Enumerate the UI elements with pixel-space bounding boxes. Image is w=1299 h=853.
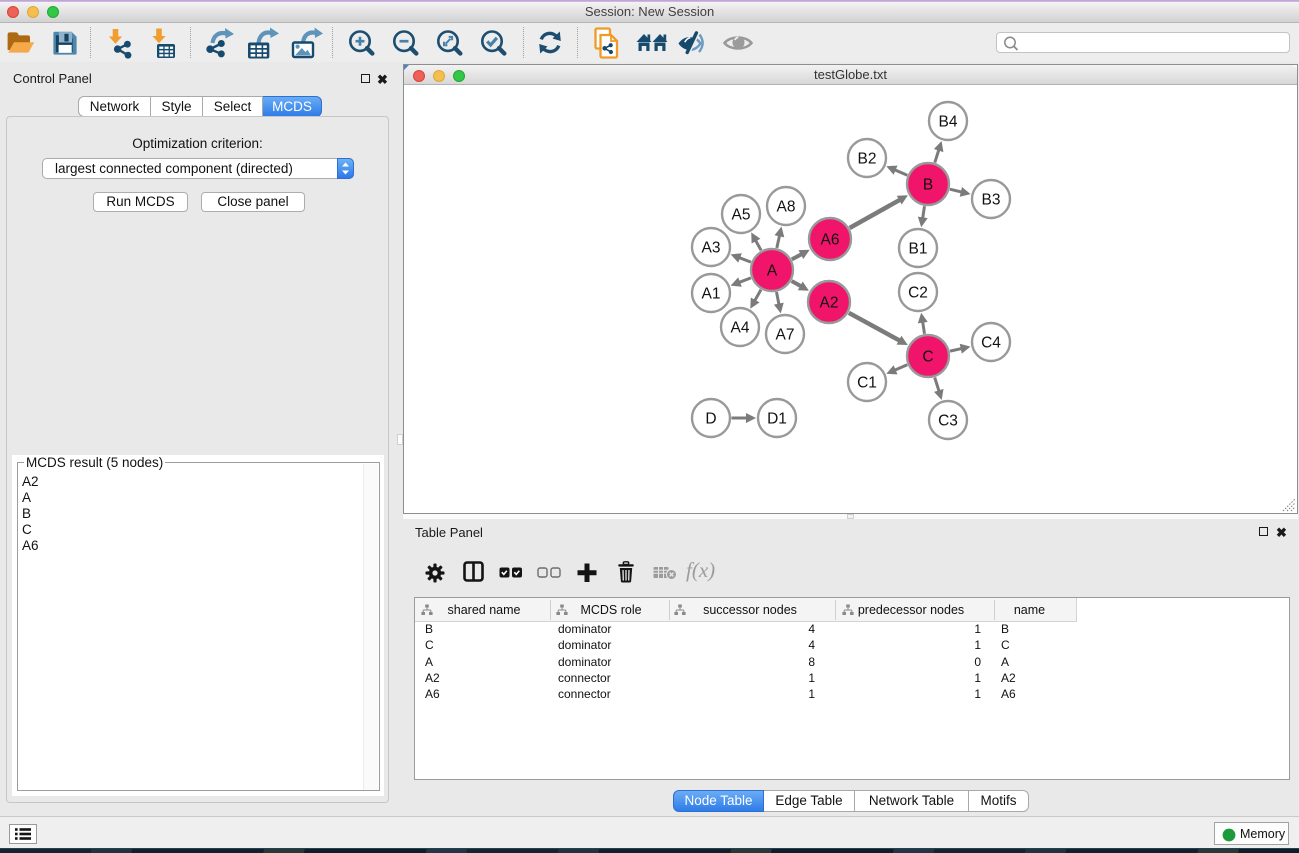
svg-text:A8: A8 [777,199,796,216]
svg-text:C3: C3 [938,413,958,430]
svg-text:B2: B2 [858,151,877,168]
svg-text:B: B [923,177,933,194]
svg-text:C1: C1 [857,375,877,392]
svg-text:A5: A5 [732,207,751,224]
svg-text:C4: C4 [981,335,1001,352]
svg-text:D1: D1 [767,411,787,428]
svg-text:B1: B1 [909,241,928,258]
svg-text:D: D [705,411,716,428]
svg-text:C: C [922,349,933,366]
svg-text:C2: C2 [908,285,928,302]
svg-text:A4: A4 [731,320,750,337]
svg-text:A2: A2 [820,295,839,312]
svg-text:A1: A1 [702,286,721,303]
svg-text:B3: B3 [982,192,1001,209]
svg-text:A: A [767,263,778,280]
svg-text:A6: A6 [821,232,840,249]
svg-text:A7: A7 [776,327,795,344]
svg-text:A3: A3 [702,240,721,257]
svg-text:B4: B4 [939,114,958,131]
